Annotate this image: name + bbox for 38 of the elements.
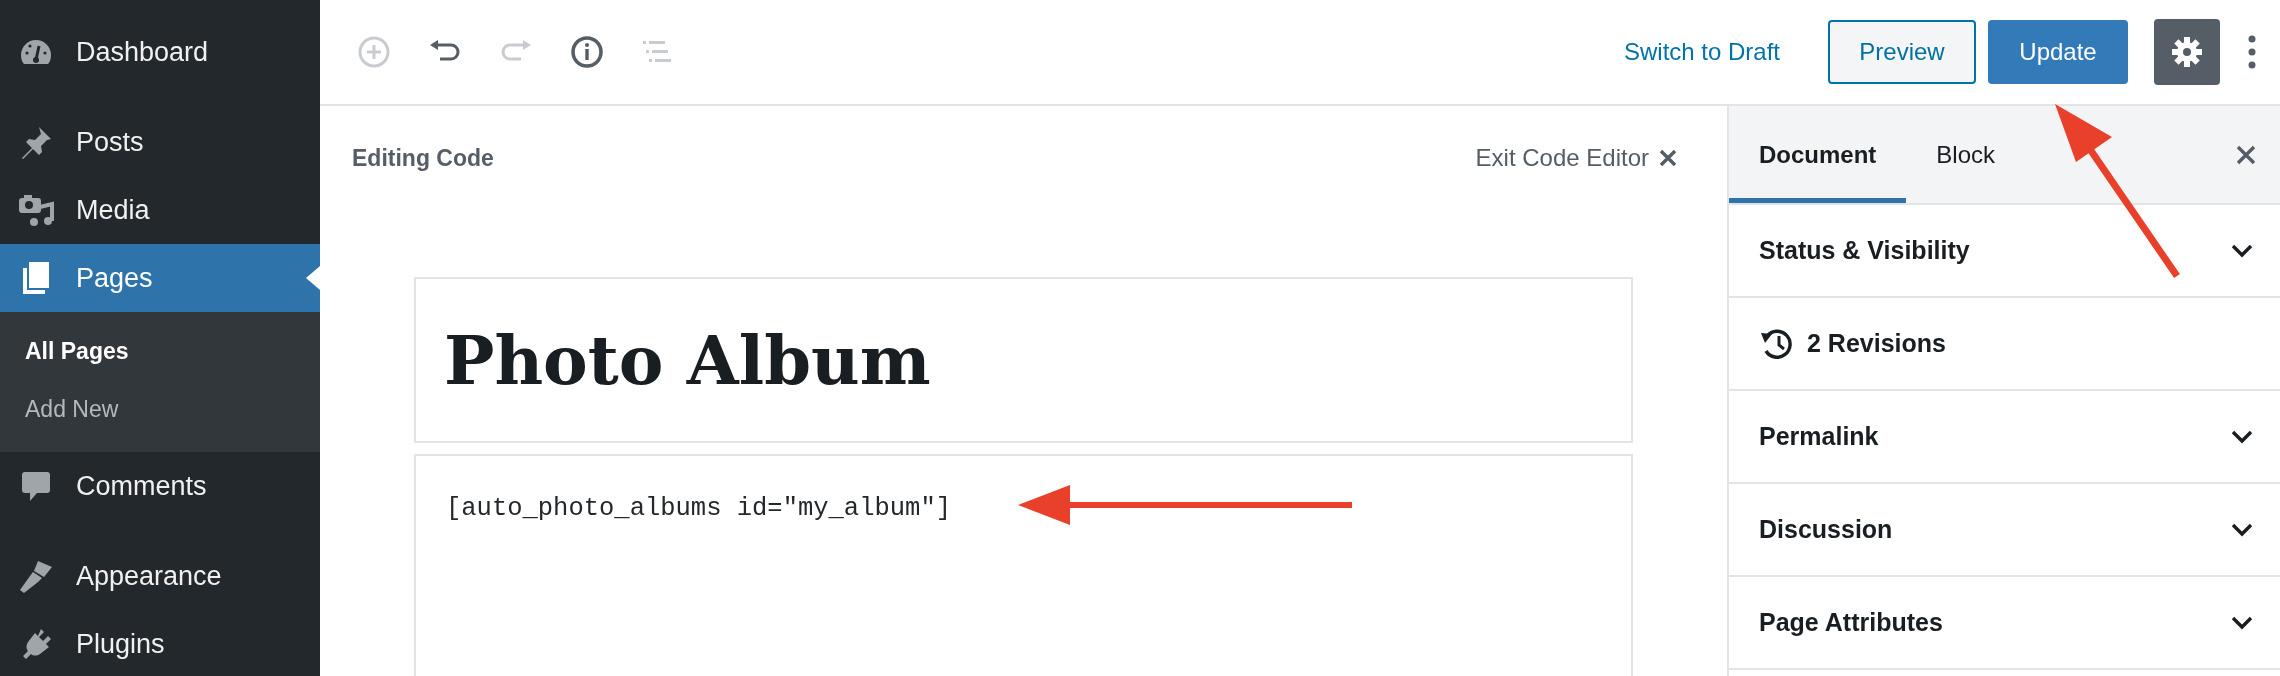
sidebar-item[interactable]: Posts xyxy=(0,108,320,176)
sidebar-item[interactable]: Appearance xyxy=(0,542,320,610)
chevron-icon xyxy=(2230,242,2254,259)
pages-icon xyxy=(21,261,51,295)
sidebar-item[interactable]: Media xyxy=(0,176,320,244)
gauge-icon xyxy=(19,38,53,66)
exit-code-editor-button[interactable]: Exit Code Editor xyxy=(1475,144,1677,172)
info-button[interactable] xyxy=(570,35,604,69)
panel-section-toggle[interactable]: Status & Visibility xyxy=(1729,205,2280,298)
sidebar-item[interactable]: Plugins xyxy=(0,610,320,676)
editing-code-heading: Editing Code xyxy=(352,144,494,172)
panel-section-toggle[interactable]: Permalink xyxy=(1729,391,2280,484)
panel-section-toggle[interactable]: Page Attributes xyxy=(1729,577,2280,670)
gear-icon xyxy=(2171,36,2203,68)
close-button[interactable] xyxy=(2236,144,2256,165)
more-options-icon[interactable] xyxy=(2248,35,2256,69)
chevron-icon xyxy=(2230,521,2254,538)
update-button[interactable]: Update xyxy=(1988,20,2128,84)
chevron-icon xyxy=(2230,428,2254,445)
panel-tab[interactable]: Document xyxy=(1729,106,1907,203)
camera-music-icon xyxy=(18,193,54,227)
sidebar-item[interactable]: Comments xyxy=(0,452,320,520)
submenu-item[interactable]: Add New xyxy=(0,380,320,438)
preview-button[interactable]: Preview xyxy=(1828,20,1976,84)
title-field[interactable]: Photo Album xyxy=(414,277,1633,443)
submenu-item[interactable]: All Pages xyxy=(0,322,320,380)
settings-button[interactable] xyxy=(2154,19,2220,85)
speech-bubble-icon xyxy=(21,470,51,502)
sidebar-item[interactable]: Pages xyxy=(0,244,320,312)
panel-tab[interactable]: Block xyxy=(1906,106,2026,203)
chevron-icon xyxy=(2230,614,2254,631)
current-menu-pointer xyxy=(306,266,320,290)
panel-section-toggle[interactable]: Discussion xyxy=(1729,484,2280,577)
sidebar-item[interactable]: Dashboard xyxy=(0,18,320,86)
switch-to-draft-link[interactable]: Switch to Draft xyxy=(1623,38,1780,66)
close-icon xyxy=(1659,149,1677,167)
paintbrush-icon xyxy=(18,559,54,593)
revisions-link[interactable]: 2 Revisions xyxy=(1807,329,1946,358)
